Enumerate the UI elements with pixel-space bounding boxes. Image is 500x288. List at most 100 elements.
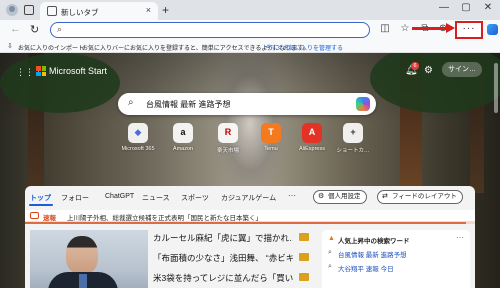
new-tab-button[interactable]: +: [162, 3, 169, 17]
trending-item[interactable]: ⌕ 大谷翔平 速報 今日: [328, 262, 464, 274]
headline-item[interactable]: カルーセル麻紀「虎に翼」で描かれ…: [153, 230, 313, 248]
tab-follow[interactable]: フォロー: [61, 193, 89, 203]
trending-item[interactable]: ⌕ 台風情報 最新 進路予想: [328, 248, 464, 260]
add-shortcut-button[interactable]: + ショートカ…: [333, 123, 373, 154]
trending-more-button[interactable]: ···: [456, 233, 464, 242]
import-favorites-link[interactable]: お気に入りのインポート: [18, 43, 84, 52]
story-person-head: [66, 236, 98, 274]
plus-icon: +: [343, 123, 363, 143]
tab-chatgpt[interactable]: ChatGPT: [105, 193, 134, 200]
sliders-icon: ⚙: [318, 193, 325, 200]
scrollbar-thumb[interactable]: [494, 63, 498, 113]
feed-more-button[interactable]: ···: [288, 191, 296, 200]
tab-sports[interactable]: スポーツ: [181, 193, 209, 203]
background-foliage: [370, 53, 500, 113]
aliexpress-icon: A: [302, 123, 322, 143]
quick-link-rakuten[interactable]: R 楽天市場: [208, 123, 248, 154]
trending-flame-icon: ▲: [328, 235, 335, 242]
feed-layout-label: フィードのレイアウト: [392, 193, 457, 200]
rakuten-icon: R: [218, 123, 238, 143]
quick-link-label: ショートカ…: [336, 148, 370, 154]
breaking-progress-bar: [25, 222, 475, 224]
split-screen-icon[interactable]: ◫: [378, 23, 392, 34]
trending-title: 人気上昇中の検索ワード: [338, 238, 410, 245]
tab-favicon-icon: [47, 6, 57, 16]
maximize-button[interactable]: ▢: [459, 2, 473, 13]
breaking-label: 速報: [43, 215, 56, 222]
back-button[interactable]: ←: [10, 23, 21, 35]
quick-link-label: Amazon: [172, 146, 194, 152]
trending-term[interactable]: 大谷翔平 速報 今日: [338, 263, 394, 273]
search-icon: ⌕: [328, 249, 332, 256]
quick-link-amazon[interactable]: a Amazon: [163, 123, 203, 152]
breaking-news-text[interactable]: 上川陽子外相、総裁選立候補を正式表明「国民と新たな日本築く」: [67, 212, 262, 222]
search-icon: ⌕: [57, 24, 63, 34]
brand-name[interactable]: Microsoft Start: [49, 66, 107, 76]
navigation-toolbar: ← ↻ ⌕ ◫ ☆ ⧉ ⊕ ···: [0, 20, 500, 40]
close-window-button[interactable]: ✕: [481, 2, 495, 13]
favorites-bar: ⇩ お気に入りのインポート お気に入りバーにお気に入りを登録すると、簡単にアクセ…: [0, 40, 500, 53]
favorites-star-icon[interactable]: ☆: [398, 23, 412, 34]
breaking-news-icon: [30, 212, 39, 219]
publisher-logo-icon: [299, 233, 309, 241]
manage-favorites-link[interactable]: 今すぐお気に入りを管理する: [265, 43, 343, 52]
headline-item[interactable]: 「布面積の少なさ」浅田舞、 “赤ビキ…: [153, 250, 313, 268]
quick-link-label: AliExpress: [299, 146, 325, 152]
feed-layout-button[interactable]: ⇄ フィードのレイアウト: [377, 190, 463, 204]
search-icon: ⌕: [328, 263, 332, 270]
active-tab-indicator: [29, 204, 53, 206]
headline-title[interactable]: カルーセル麻紀「虎に翼」で描かれ…: [153, 232, 293, 244]
profile-avatar[interactable]: [6, 4, 18, 16]
microsoft-logo-icon: [36, 66, 46, 76]
settings-gear-icon[interactable]: ⚙: [424, 65, 433, 76]
tab-news[interactable]: ニュース: [142, 193, 170, 203]
quick-link-label: Microsoft 365: [121, 146, 155, 152]
quick-links: ◆ Microsoft 365 a Amazon R 楽天市場 T Temu A…: [118, 123, 378, 159]
tab-actions-icon[interactable]: [24, 5, 34, 15]
personalize-label: 個人用設定: [328, 193, 361, 200]
quick-link-label: Temu: [264, 146, 278, 152]
tab-new-tab[interactable]: 新しいタブ ×: [40, 2, 158, 20]
tab-top[interactable]: トップ: [30, 193, 51, 203]
address-bar[interactable]: ⌕: [50, 22, 370, 38]
headline-title[interactable]: 米3袋を持ってレジに並んだら「買い…: [153, 272, 293, 284]
publisher-logo-icon: [299, 253, 309, 261]
story-person-tie: [79, 274, 87, 288]
tab-close-icon[interactable]: ×: [146, 5, 151, 15]
microsoft-365-icon: ◆: [128, 123, 148, 143]
trending-term[interactable]: 台風情報 最新 進路予想: [338, 249, 407, 259]
search-query-text[interactable]: 台風情報 最新 進路予想: [146, 99, 230, 110]
breaking-progress-fill: [25, 222, 466, 224]
more-options-button[interactable]: ···: [455, 21, 483, 39]
minimize-button[interactable]: —: [437, 2, 451, 13]
copilot-search-icon[interactable]: [356, 97, 370, 111]
personalize-button[interactable]: ⚙ 個人用設定: [313, 190, 367, 204]
address-input[interactable]: [69, 24, 359, 36]
news-feed: トップ フォロー ChatGPT ニュース スポーツ カジュアルゲーム ··· …: [25, 186, 475, 288]
search-icon: ⌕: [128, 97, 134, 108]
layout-icon: ⇄: [382, 193, 388, 200]
publisher-logo-icon: [299, 273, 309, 281]
web-search-box[interactable]: ⌕ 台風情報 最新 進路予想: [118, 93, 376, 115]
signin-button[interactable]: サイン…: [442, 62, 482, 77]
notification-badge: 6: [411, 62, 419, 70]
headline-title[interactable]: 「布面積の少なさ」浅田舞、 “赤ビキ…: [153, 252, 293, 264]
refresh-button[interactable]: ↻: [30, 23, 39, 36]
quick-link-microsoft-365[interactable]: ◆ Microsoft 365: [118, 123, 158, 152]
feed-nav: トップ フォロー ChatGPT ニュース スポーツ カジュアルゲーム ··· …: [25, 186, 475, 208]
breaking-news-bar[interactable]: 速報 上川陽子外相、総裁選立候補を正式表明「国民と新たな日本築く」: [25, 210, 475, 222]
headline-item[interactable]: 米3袋を持ってレジに並んだら「買い…: [153, 270, 313, 288]
import-icon: ⇩: [7, 43, 13, 50]
top-story-image[interactable]: [30, 230, 148, 288]
tab-casual-games[interactable]: カジュアルゲーム: [221, 193, 276, 203]
page-scrollbar[interactable]: [494, 53, 498, 288]
trending-searches-card: ▲ 人気上昇中の検索ワード ··· ⌕ 台風情報 最新 進路予想 ⌕ 大谷翔平 …: [322, 230, 470, 288]
quick-link-aliexpress[interactable]: A AliExpress: [292, 123, 332, 152]
temu-icon: T: [261, 123, 281, 143]
background-foliage: [0, 53, 120, 113]
copilot-icon[interactable]: [487, 24, 498, 35]
quick-link-temu[interactable]: T Temu: [251, 123, 291, 152]
annotation-arrow-head: [446, 23, 455, 33]
title-bar: 新しいタブ × + — ▢ ✕: [0, 0, 500, 20]
amazon-icon: a: [173, 123, 193, 143]
